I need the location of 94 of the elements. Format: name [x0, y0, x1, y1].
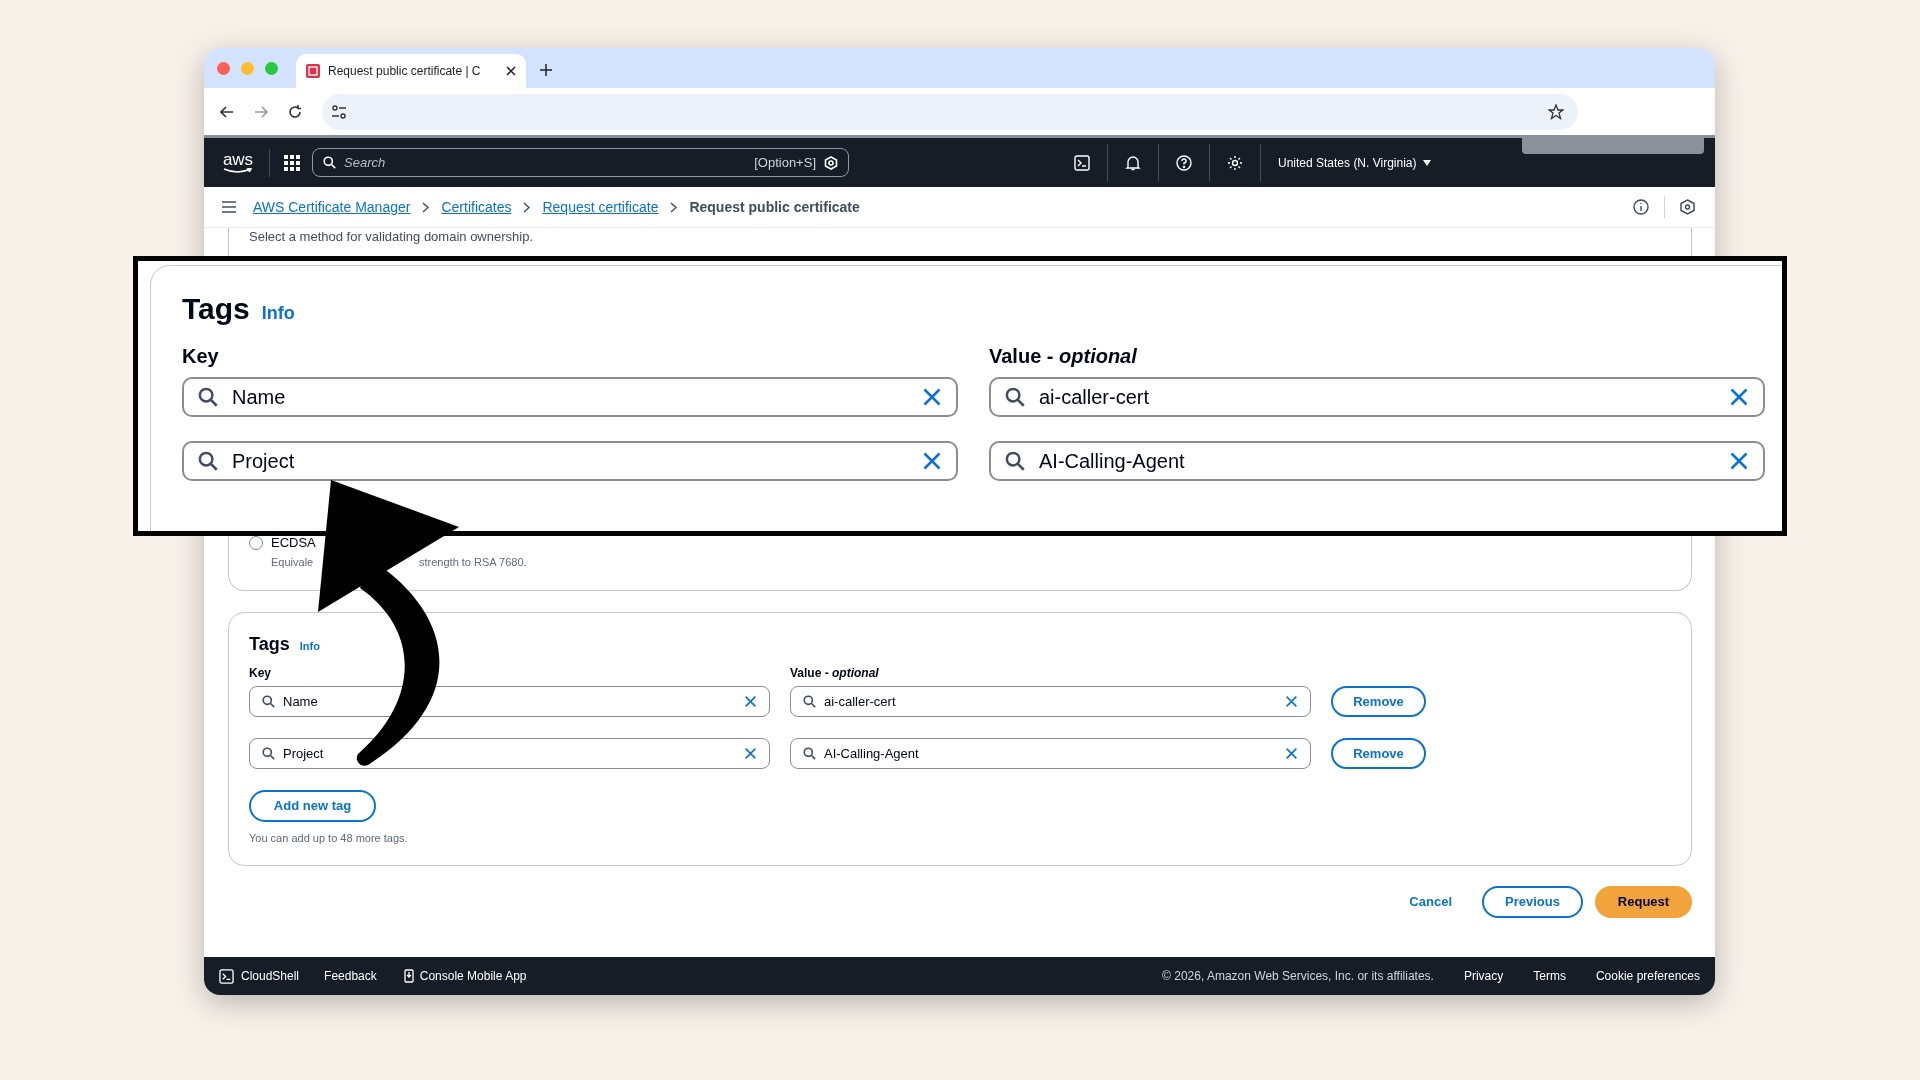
cloudshell-icon[interactable]	[1074, 154, 1090, 171]
aws-logo[interactable]: aws	[221, 151, 255, 174]
chevron-icon	[523, 201, 531, 213]
search-input[interactable]: Search	[344, 152, 644, 173]
tag-key-input[interactable]: Name	[283, 691, 736, 712]
settings-icon[interactable]	[1227, 154, 1243, 171]
tag-value-input[interactable]: AI-Calling-Agent	[824, 743, 1277, 764]
footer-link[interactable]: Privacy	[1463, 967, 1504, 985]
shortcut-hint: [Option+S]	[754, 153, 816, 172]
breadcrumb-link[interactable]: Certificates	[441, 196, 512, 218]
clear-icon[interactable]	[1285, 695, 1298, 708]
bell-icon[interactable]	[1125, 154, 1141, 171]
close-tab-icon[interactable]	[506, 66, 516, 76]
tag-value-field[interactable]: ai-caller-cert	[989, 377, 1765, 417]
breadcrumb-link[interactable]: Request certificate	[542, 196, 659, 218]
remove-button[interactable]: Remove	[1331, 738, 1426, 769]
add-tag-button[interactable]: Add new tag	[249, 790, 376, 822]
help-icon[interactable]	[1176, 154, 1192, 171]
tag-value-field[interactable]: AI-Calling-Agent	[989, 441, 1765, 481]
value-label: Value - optional	[790, 665, 879, 682]
section-description: Select a method for validating domain ownership.	[249, 228, 534, 246]
tag-key-input[interactable]: Project	[283, 743, 736, 764]
tag-key-field[interactable]: Project	[249, 738, 770, 769]
back-icon[interactable]	[220, 104, 234, 119]
site-settings-icon[interactable]	[330, 102, 348, 121]
radio-button[interactable]	[249, 536, 263, 550]
value-label: Value - optional	[989, 344, 1137, 369]
remove-button[interactable]: Remove	[1331, 686, 1426, 717]
region-selector[interactable]: United States (N. Virginia)	[1278, 153, 1431, 172]
clear-icon[interactable]	[744, 747, 757, 760]
tab-title: Request public certificate | C	[328, 63, 481, 80]
clear-icon[interactable]	[1285, 747, 1298, 760]
cancel-button[interactable]: Cancel	[1391, 885, 1470, 918]
info-link[interactable]: Info	[299, 638, 320, 655]
search-icon	[803, 747, 816, 760]
breadcrumb-link[interactable]: AWS Certificate Manager	[253, 196, 411, 218]
search-icon	[262, 747, 275, 760]
footer-link[interactable]: Terms	[1533, 967, 1566, 985]
footer-link[interactable]: Cookie preferences	[1595, 967, 1700, 985]
option-label: ECDSA	[271, 534, 316, 553]
chevron-icon	[670, 201, 678, 213]
tag-key-field[interactable]: Name	[182, 377, 958, 417]
search-icon	[803, 695, 816, 708]
option-description: Equivale	[271, 554, 315, 570]
hexagon-icon[interactable]	[1680, 199, 1695, 215]
clear-icon[interactable]	[922, 387, 942, 407]
search-icon	[323, 156, 336, 169]
request-button[interactable]: Request	[1595, 885, 1692, 918]
footer-link[interactable]: CloudShell	[241, 967, 300, 985]
search-icon	[198, 451, 218, 471]
section-title: Tags	[249, 633, 290, 656]
caret-icon	[1422, 159, 1431, 166]
chevron-icon	[422, 201, 430, 213]
tag-limit-hint: You can add up to 48 more tags.	[249, 831, 409, 846]
footer-link[interactable]: Console Mobile App	[419, 967, 527, 985]
tag-key-input[interactable]: Project	[232, 446, 908, 476]
key-label: Key	[249, 665, 272, 682]
forward-icon[interactable]	[254, 104, 268, 119]
search-icon	[1005, 451, 1025, 471]
search-icon	[262, 695, 275, 708]
breadcrumb-current: Request public certificate	[689, 197, 860, 217]
tag-value-input[interactable]: AI-Calling-Agent	[1039, 446, 1715, 476]
previous-button[interactable]: Previous	[1482, 885, 1583, 918]
option-description: strength to RSA 7680.	[419, 554, 527, 570]
tag-key-field[interactable]: Project	[182, 441, 958, 481]
tag-key-field[interactable]: Name	[249, 686, 770, 717]
info-icon[interactable]	[1633, 199, 1649, 215]
tag-value-field[interactable]: AI-Calling-Agent	[790, 738, 1311, 769]
phone-icon[interactable]	[403, 969, 414, 983]
section-title: Tags	[182, 291, 250, 327]
footer-link[interactable]: Feedback	[324, 967, 377, 985]
info-link[interactable]: Info	[261, 300, 295, 327]
clear-icon[interactable]	[1729, 451, 1749, 471]
clear-icon[interactable]	[922, 451, 942, 471]
tag-key-input[interactable]: Name	[232, 382, 908, 412]
browser-tab[interactable]: Request public certificate | C	[296, 54, 526, 88]
copyright-text: © 2026, Amazon Web Services, Inc. or its affiliates.	[1162, 968, 1434, 985]
reload-icon[interactable]	[288, 104, 302, 119]
star-icon[interactable]	[1548, 103, 1564, 120]
menu-icon[interactable]	[222, 201, 236, 213]
tag-value-input[interactable]: ai-caller-cert	[1039, 382, 1715, 412]
clear-icon[interactable]	[1729, 387, 1749, 407]
hexagon-icon	[824, 155, 838, 170]
search-icon	[198, 387, 218, 407]
cloudshell-icon[interactable]	[219, 968, 234, 984]
new-tab-icon[interactable]	[540, 64, 552, 76]
search-field[interactable]: Search [Option+S]	[312, 148, 849, 177]
tag-value-input[interactable]: ai-caller-cert	[824, 691, 1277, 712]
search-icon	[1005, 387, 1025, 407]
tag-value-field[interactable]: ai-caller-cert	[790, 686, 1311, 717]
apps-grid-icon[interactable]	[284, 154, 300, 171]
clear-icon[interactable]	[744, 695, 757, 708]
certificate-favicon-icon	[306, 64, 320, 78]
key-label: Key	[182, 344, 220, 369]
